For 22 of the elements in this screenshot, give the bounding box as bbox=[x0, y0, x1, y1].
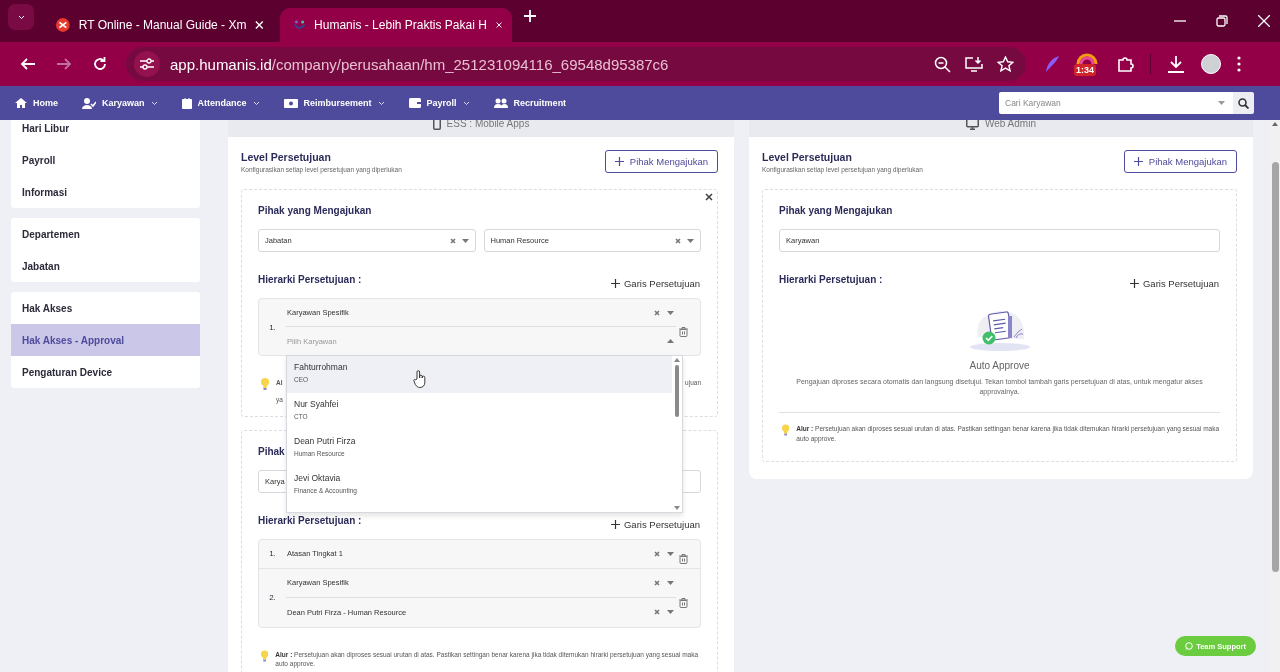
level-number: 2. bbox=[268, 592, 277, 604]
option-name: Fahturrohman bbox=[294, 362, 349, 372]
tab-title: RT Online - Manual Guide - Xm bbox=[78, 18, 247, 32]
group-heading: Pihak bbox=[258, 445, 285, 457]
level-number: 1. bbox=[268, 321, 277, 334]
tab-title: Humanis - Lebih Praktis Pakai H bbox=[314, 18, 487, 32]
section-title: Level Persetujuan bbox=[762, 150, 853, 163]
option-name: Dean Putri Firza bbox=[294, 436, 357, 446]
empty-state-title: Auto Approve bbox=[969, 360, 1030, 371]
panel-header-label: ESS : Mobile Apps bbox=[446, 120, 530, 129]
timer-badge: 1:34 bbox=[1074, 64, 1096, 76]
option-name: Nur Syahfei bbox=[294, 399, 340, 409]
hierarchy-label: Hierarki Persetujuan : bbox=[258, 274, 362, 285]
hierarchy-label: Hierarki Persetujuan : bbox=[258, 514, 362, 526]
option-name: Jevi Oktavia bbox=[294, 473, 342, 483]
group-heading: Pihak yang Mengajukan bbox=[779, 205, 893, 216]
group-heading: Pihak yang Mengajukan bbox=[258, 205, 372, 216]
section-title: Level Persetujuan bbox=[241, 150, 332, 163]
level-number: 1. bbox=[268, 548, 277, 560]
panel-header-label: Web Admin bbox=[985, 120, 1036, 129]
url-text: app.humanis.id/company/perusahaan/hm_251231094116_69548d95387c6 bbox=[170, 55, 670, 73]
hierarchy-label: Hierarki Persetujuan : bbox=[779, 274, 883, 285]
